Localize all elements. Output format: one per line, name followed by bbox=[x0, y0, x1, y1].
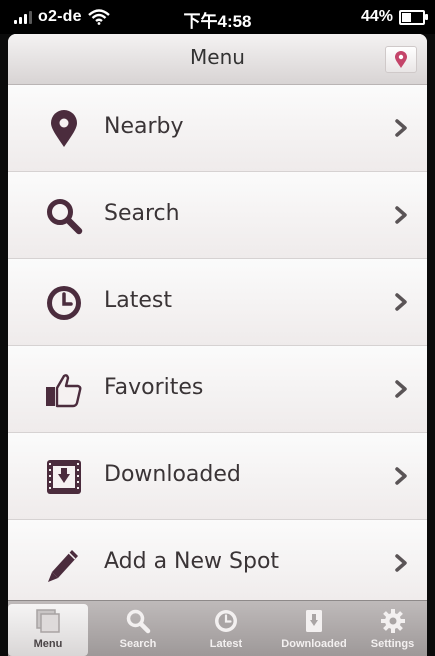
battery-group: 44% bbox=[360, 8, 428, 26]
menu-item-label: Search bbox=[104, 201, 180, 226]
page-title: Menu bbox=[190, 45, 245, 69]
tab-bar: Menu Search Latest Downloaded Settings bbox=[8, 600, 427, 656]
menu-item-add-new-spot[interactable]: Add a New Spot bbox=[8, 520, 427, 607]
chevron-right-icon bbox=[395, 554, 407, 572]
map-pin-icon bbox=[42, 107, 86, 151]
battery-percent: 44% bbox=[360, 8, 393, 25]
pencil-icon bbox=[42, 542, 86, 586]
device-frame: o2-de 下午4:58 44% Menu Nearby Search Late… bbox=[0, 0, 435, 656]
menu-item-label: Nearby bbox=[104, 114, 184, 139]
battery-icon bbox=[399, 9, 428, 25]
magnifier-icon bbox=[126, 609, 151, 634]
menu-item-nearby[interactable]: Nearby bbox=[8, 85, 427, 172]
tab-label: Menu bbox=[33, 638, 63, 650]
chevron-right-icon bbox=[395, 467, 407, 485]
tab-downloaded[interactable]: Downloaded bbox=[274, 604, 354, 656]
tab-label: Settings bbox=[370, 638, 415, 650]
tab-label: Search bbox=[119, 638, 157, 650]
menu-square-icon bbox=[36, 609, 60, 633]
chevron-right-icon bbox=[395, 380, 407, 398]
navigation-bar: Menu bbox=[8, 34, 427, 85]
thumbs-up-icon bbox=[42, 368, 86, 412]
menu-item-search[interactable]: Search bbox=[8, 172, 427, 259]
map-pin-icon bbox=[395, 50, 407, 68]
menu-item-label: Add a New Spot bbox=[104, 549, 280, 574]
map-pin-button[interactable] bbox=[385, 46, 417, 73]
chevron-right-icon bbox=[395, 293, 407, 311]
chevron-right-icon bbox=[395, 119, 407, 137]
clock-icon bbox=[215, 610, 237, 632]
download-icon bbox=[306, 610, 322, 632]
gear-icon bbox=[380, 609, 405, 633]
menu-item-downloaded[interactable]: Downloaded bbox=[8, 433, 427, 520]
battery-fill bbox=[402, 12, 411, 22]
tab-latest[interactable]: Latest bbox=[186, 604, 266, 656]
tab-search[interactable]: Search bbox=[98, 604, 178, 656]
menu-list: Nearby Search Latest Favorites Downloade… bbox=[8, 85, 427, 607]
menu-item-latest[interactable]: Latest bbox=[8, 259, 427, 346]
menu-item-label: Latest bbox=[104, 288, 172, 313]
download-box-icon bbox=[42, 455, 86, 499]
menu-item-favorites[interactable]: Favorites bbox=[8, 346, 427, 433]
app-screen: Menu Nearby Search Latest Favorites Down… bbox=[8, 34, 427, 656]
menu-item-label: Favorites bbox=[104, 375, 204, 400]
clock-icon bbox=[42, 281, 86, 325]
menu-item-label: Downloaded bbox=[104, 462, 241, 487]
tab-label: Downloaded bbox=[281, 638, 347, 650]
tab-menu[interactable]: Menu bbox=[8, 604, 88, 656]
status-bar: o2-de 下午4:58 44% bbox=[0, 0, 435, 34]
magnifier-icon bbox=[42, 194, 86, 238]
tab-label: Latest bbox=[209, 638, 243, 650]
tab-settings[interactable]: Settings bbox=[358, 604, 427, 656]
chevron-right-icon bbox=[395, 206, 407, 224]
